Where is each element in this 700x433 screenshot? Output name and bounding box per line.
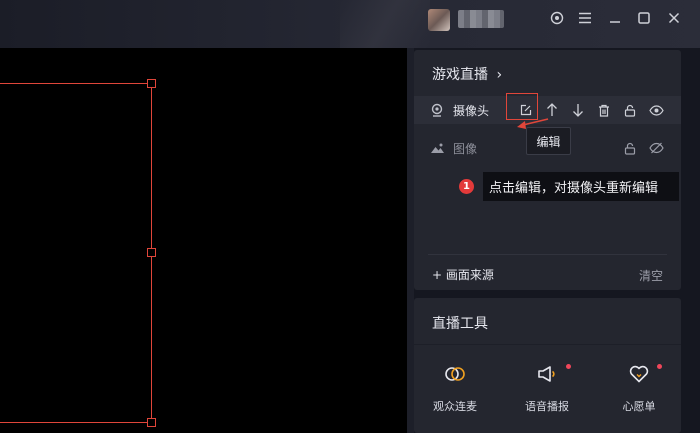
annotation-step-number: 1 bbox=[459, 179, 474, 194]
annotation-caption: 点击编辑，对摄像头重新编辑 bbox=[483, 172, 679, 201]
new-badge-dot bbox=[566, 364, 571, 369]
co-stream-icon bbox=[443, 362, 467, 386]
tools-title: 直播工具 bbox=[432, 316, 488, 332]
tool-label: 心愿单 bbox=[622, 400, 656, 413]
tool-voice-broadcast[interactable]: 语音播报 bbox=[512, 362, 582, 414]
tool-co-stream[interactable]: 观众连麦 bbox=[420, 362, 490, 414]
edit-tooltip: 编辑 bbox=[526, 127, 571, 155]
tools-divider bbox=[414, 344, 681, 345]
tool-label: 语音播报 bbox=[525, 400, 569, 413]
voice-broadcast-icon bbox=[535, 362, 559, 386]
new-badge-dot bbox=[657, 364, 662, 369]
tool-label: 观众连麦 bbox=[433, 400, 477, 413]
tool-wishlist[interactable]: 心愿单 bbox=[604, 362, 674, 414]
wishlist-heart-icon bbox=[627, 362, 651, 386]
